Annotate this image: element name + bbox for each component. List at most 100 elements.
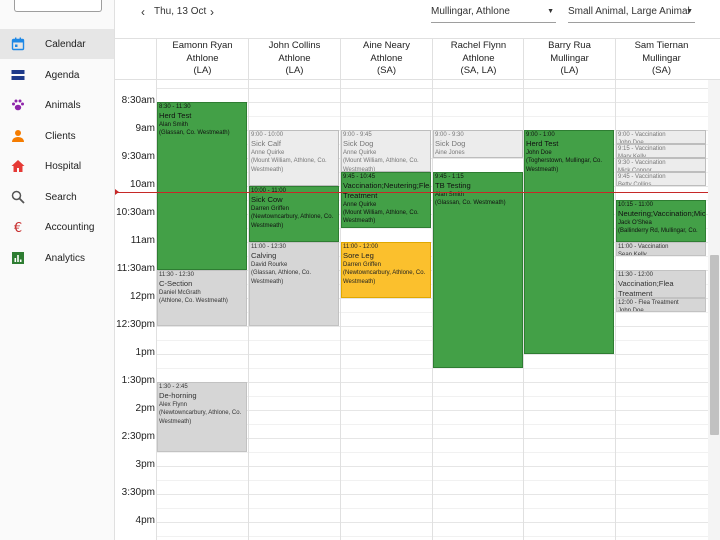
- sidebar-item-accounting[interactable]: € Accounting: [0, 212, 114, 242]
- appointment-title: Vaccination;Flea Treatment: [618, 279, 674, 298]
- column-header-code: (LA): [193, 65, 212, 77]
- appointment-time: 11:00 - 12:00: [343, 244, 378, 250]
- sidebar-item-search[interactable]: Search: [0, 182, 114, 212]
- time-label: 11:30am: [116, 263, 155, 274]
- appointment-title: Sick Calf: [251, 139, 281, 149]
- time-label: 9:30am: [121, 151, 155, 162]
- column-header-code: (LA): [285, 65, 304, 77]
- appointment-card[interactable]: 12:00 - Flea Treatment John Doe: [616, 298, 706, 312]
- appointment-card[interactable]: 9:00 - 9:45 Sick Dog Anne Quirke (Mount Wil…: [341, 130, 431, 172]
- appointment-title: Herd Test: [526, 139, 559, 149]
- appointment-card[interactable]: 11:00 - Vaccination Sean Kelly: [616, 242, 706, 256]
- appointment-address: (Glassan, Co. Westmeath): [159, 130, 230, 137]
- column-header-name: John Collins: [268, 40, 321, 51]
- column-header-vet[interactable]: Sam Tiernan Mullingar (SA): [615, 39, 707, 81]
- appointment-card[interactable]: 10:00 - 11:00Sick CowDarren Griffen(Newt…: [249, 186, 339, 242]
- animal-type-select[interactable]: Small Animal, Large Animal ▼: [568, 1, 695, 23]
- appointment-client: Anne Quirke: [343, 150, 377, 156]
- appointment-title: TB Testing: [435, 181, 471, 191]
- column-header-code: (SA): [652, 65, 671, 77]
- appointment-client: Alex Flynn: [159, 402, 188, 408]
- sidebar-top-field[interactable]: [14, 0, 102, 12]
- appointment-card[interactable]: 9:00 - Vaccination John Doe: [616, 130, 706, 144]
- appointment-time: 1:30 - 2:45: [159, 384, 188, 390]
- appointment-card[interactable]: 11:00 - 12:30 Calving David Rourke (Glassan…: [249, 242, 339, 326]
- time-label: 3pm: [135, 459, 155, 470]
- appointment-card[interactable]: 11:30 - 12:00 Vaccination;Flea Treatment: [616, 270, 706, 298]
- sidebar-item-clients[interactable]: Clients: [0, 121, 114, 151]
- time-label: 4pm: [135, 515, 155, 526]
- appointment-title: Neutering;Vaccination;Microchip: [618, 209, 706, 219]
- sidebar-item-agenda[interactable]: Agenda: [0, 60, 114, 90]
- appointment-address: (Mount William, Athlone, Co. Westmeath): [343, 210, 419, 225]
- sidebar-item-hospital[interactable]: Hospital: [0, 151, 114, 181]
- appointment-client: Betty Collins: [618, 182, 652, 186]
- location-select[interactable]: Mullingar, Athlone ▼: [431, 1, 556, 23]
- appointment-title: Calving: [251, 251, 277, 261]
- appointment-client: David Rourke: [251, 262, 288, 268]
- current-time-marker: [115, 188, 119, 195]
- search-icon: [10, 189, 26, 205]
- sidebar-item-label: Accounting: [45, 221, 95, 233]
- appointment-card[interactable]: 1:30 - 2:45 De-horning Alex Flynn (Newtownc…: [157, 382, 247, 452]
- appointment-card[interactable]: 10:15 - 11:00Neutering;Vaccination;Micro…: [616, 200, 706, 242]
- appointment-card[interactable]: 9:45 - 10:45 Vaccination;Neutering;Flea T…: [341, 172, 431, 228]
- appointment-card[interactable]: 11:00 - 12:00 Sore Leg Darren Griffen (Newt…: [341, 242, 431, 298]
- sidebar-item-analytics[interactable]: Analytics: [0, 243, 114, 273]
- column-header-location: Athlone: [186, 52, 219, 64]
- appointment-card[interactable]: 9:15 - Vaccination Mary Kelly: [616, 144, 706, 158]
- appointment-card[interactable]: 9:30 - Vaccination Mick Connor: [616, 158, 706, 172]
- column-header-location: Athlone: [462, 52, 495, 64]
- appointment-card[interactable]: 9:00 - 1:00 Herd Test John Doe (Togherstown…: [524, 130, 614, 354]
- column-header-location: Athlone: [278, 52, 311, 64]
- appointment-time: 8:30 - 11:30: [159, 104, 191, 110]
- bar-chart-icon: [10, 250, 26, 266]
- time-label: 10am: [129, 179, 155, 190]
- appointment-card[interactable]: 9:00 - 9:30 Sick Dog Aine Jones: [433, 130, 523, 158]
- appointment-card[interactable]: 11:30 - 12:30 C-Section Daniel McGrath (Ath…: [157, 270, 247, 326]
- appointment-client: John Doe: [618, 308, 644, 312]
- column-header-vet[interactable]: Barry Rua Mullingar (LA): [523, 39, 615, 81]
- appointment-time: 9:00 - 10:00: [251, 132, 284, 138]
- sidebar-item-animals[interactable]: Animals: [0, 90, 114, 120]
- appointment-time: 11:00 - Vaccination: [618, 244, 669, 250]
- animal-type-select-value: Small Animal, Large Animal: [568, 6, 690, 17]
- appointment-client: Anne Quirke: [343, 201, 377, 208]
- sidebar-item-label: Clients: [45, 130, 76, 142]
- appointment-title: Sore Leg: [343, 251, 374, 261]
- appointment-time: 10:15 - 11:00: [618, 202, 653, 208]
- paw-icon: [10, 97, 26, 113]
- appointment-address: (Newtowncarbury, Athlone, Co. Westmeath): [343, 270, 426, 285]
- column-header-name: Eamonn Ryan: [172, 40, 233, 51]
- appointment-title: De-horning: [159, 391, 197, 401]
- column-header-name: Sam Tiernan: [634, 40, 689, 51]
- sidebar-item-label: Animals: [45, 99, 81, 111]
- sidebar-item-label: Search: [45, 191, 77, 203]
- appointment-card[interactable]: 9:45 - Vaccination Betty Collins: [616, 172, 706, 186]
- column-header-vet[interactable]: Rachel Flynn Athlone (SA, LA): [432, 39, 524, 81]
- appointment-card[interactable]: 9:45 - 1:15 TB Testing Alan Smith (Glassan,…: [433, 172, 523, 368]
- sidebar: Calendar Agenda Animals Clients Hospital Sear…: [0, 0, 115, 540]
- scrollbar-thumb[interactable]: [710, 255, 719, 435]
- calendar-grid[interactable]: 8:30am 9am 9:30am 10am 10:30am 11am 11:30am 12p…: [115, 80, 708, 540]
- appointment-card[interactable]: 9:00 - 10:00 Sick Calf Anne Quirke (Mount W…: [249, 130, 339, 186]
- column-header-vet[interactable]: John Collins Athlone (LA): [248, 39, 340, 81]
- column-header-name: Barry Rua: [548, 40, 591, 51]
- calendar-column-headers: Eamonn Ryan Athlone (LA) John Collins Athlon…: [115, 38, 720, 81]
- time-label: 9am: [135, 123, 155, 134]
- column-header-vet[interactable]: Eamonn Ryan Athlone (LA): [156, 39, 248, 81]
- appointment-card[interactable]: 8:30 - 11:30 Herd Test Alan Smith (Glassan,…: [157, 102, 247, 270]
- chevron-down-icon: ▼: [686, 8, 693, 15]
- sidebar-item-label: Agenda: [45, 69, 80, 81]
- current-time-line: [115, 191, 708, 193]
- column-header-location: Athlone: [370, 52, 403, 64]
- appointment-time: 11:30 - 12:30: [159, 272, 194, 278]
- column-header-vet[interactable]: Aine Neary Athlone (SA): [340, 39, 432, 81]
- sidebar-item-label: Analytics: [45, 252, 86, 264]
- next-day-button[interactable]: ›: [205, 5, 219, 19]
- appointment-time: 9:00 - 1:00: [526, 132, 555, 138]
- previous-day-button[interactable]: ‹: [136, 5, 150, 19]
- sidebar-item-calendar[interactable]: Calendar: [0, 29, 114, 59]
- column-header-name: Aine Neary: [363, 40, 410, 51]
- sidebar-item-label: Calendar: [45, 38, 86, 50]
